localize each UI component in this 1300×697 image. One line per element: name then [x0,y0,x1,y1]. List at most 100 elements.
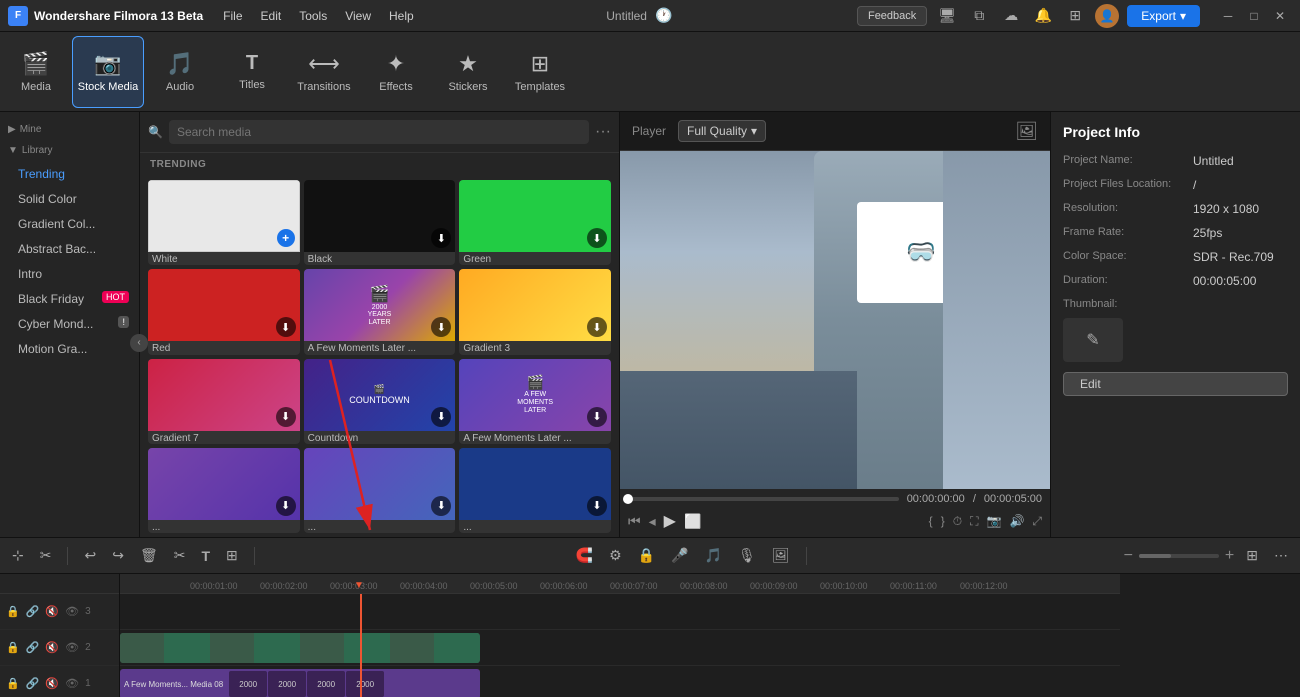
skip-back-button[interactable]: ⏮ [628,513,641,530]
stop-button[interactable]: ⬜ [684,513,701,530]
menu-file[interactable]: File [215,6,250,26]
export-button[interactable]: Export ▾ [1127,5,1200,27]
media-item-gradient3[interactable]: ⬇ Gradient 3 [459,269,611,354]
toolbar-effects[interactable]: ✦ Effects [360,36,432,108]
sidebar-item-abstract-bac[interactable]: Abstract Bac... [4,237,135,261]
download-gradient3-button[interactable]: ⬇ [587,317,607,337]
track2-visible-icon[interactable]: 👁 [65,641,79,654]
main-video-clip[interactable] [120,633,480,663]
media-item-r4c2[interactable]: ⬇ ... [304,448,456,533]
track2-mute-icon[interactable]: 🔇 [45,641,59,654]
media-item-r4c1[interactable]: ⬇ ... [148,448,300,533]
download-countdown-button[interactable]: ⬇ [431,407,451,427]
search-input[interactable] [169,120,589,144]
zoom-out-button[interactable]: − [1124,547,1133,565]
playhead[interactable] [360,594,362,697]
timeline-trim-button[interactable]: ✂ [36,545,56,566]
track3-link-icon[interactable]: 🔗 [26,605,40,618]
timeline-magnet-button[interactable]: 🧲 [572,545,597,566]
download-green-button[interactable]: ⬇ [587,228,607,248]
sidebar-item-motion-gra[interactable]: Motion Gra... [4,337,135,361]
timeline-settings-button[interactable]: ⚙ [605,545,626,566]
avatar-icon[interactable]: 👤 [1095,4,1119,28]
download-black-button[interactable]: ⬇ [431,228,451,248]
timeline-redo-button[interactable]: ↪ [108,545,128,566]
timeline-delete-button[interactable]: 🗑 [136,545,162,566]
media-item-black[interactable]: ⬇ Black [304,180,456,265]
timeline-cut-button[interactable]: ✂ [170,545,190,566]
toolbar-templates[interactable]: ⊞ Templates [504,36,576,108]
expand-button[interactable]: ⤢ [1032,514,1042,529]
toolbar-stock-media[interactable]: 📷 Stock Media [72,36,144,108]
track1-mute-icon[interactable]: 🔇 [45,677,59,690]
mark-out-button[interactable]: } [941,514,945,528]
maximize-button[interactable]: □ [1242,4,1266,28]
speed-button[interactable]: ⏱ [953,514,962,529]
sidebar-item-cyber-mond[interactable]: Cyber Mond...! [4,312,135,336]
volume-button[interactable]: 🔊 [1009,514,1024,528]
toolbar-titles[interactable]: T Titles [216,36,288,108]
close-button[interactable]: ✕ [1268,4,1292,28]
toolbar-stickers[interactable]: ★ Stickers [432,36,504,108]
edit-button[interactable]: Edit [1063,372,1288,396]
minimize-button[interactable]: ─ [1216,4,1240,28]
sidebar-section-library[interactable]: ▼ Library [0,141,139,160]
timeline-mic-button[interactable]: 🎤 [667,545,692,566]
media-item-few-moments2[interactable]: 🎬 A FEWMOMENTSLATER ⬇ A Few Moments Late… [459,359,611,444]
timeline-grid-button[interactable]: ⊞ [1242,545,1262,566]
sidebar-item-intro[interactable]: Intro [4,262,135,286]
sidebar-section-mine[interactable]: ▶ Mine [0,120,139,139]
timeline-music-button[interactable]: 🎵 [701,545,726,566]
thumbnail-box[interactable]: ✎ [1063,318,1123,362]
menu-edit[interactable]: Edit [253,6,290,26]
sidebar-item-solid-color[interactable]: Solid Color [4,187,135,211]
track2-link-icon[interactable]: 🔗 [26,641,40,654]
download-r4c3-button[interactable]: ⬇ [587,496,607,516]
sidebar-item-gradient-col[interactable]: Gradient Col... [4,212,135,236]
track3-mute-icon[interactable]: 🔇 [45,605,59,618]
media-item-few-moments[interactable]: 🎬 2000YEARSLATER ⬇ A Few Moments Later .… [304,269,456,354]
menu-view[interactable]: View [337,6,379,26]
toolbar-audio[interactable]: 🎵 Audio [144,36,216,108]
play-button[interactable]: ▶ [664,511,676,531]
track1-link-icon[interactable]: 🔗 [26,677,40,690]
media-item-green[interactable]: ⬇ Green [459,180,611,265]
media-item-red[interactable]: ⬇ Red [148,269,300,354]
media-item-white[interactable]: + White [148,180,300,265]
toolbar-media[interactable]: 🎬 Media [0,36,72,108]
fullscreen-button[interactable]: ⛶ [970,514,978,529]
quality-selector[interactable]: Full Quality ▾ [678,120,766,142]
timeline-select-button[interactable]: ⊹ [8,545,28,566]
timeline-add-button[interactable]: ⊞ [222,545,242,566]
sidebar-item-black-friday[interactable]: Black FridayHOT [4,287,135,311]
preview-settings-button[interactable]: 🖼 [1015,121,1038,142]
sidebar-collapse-button[interactable]: ‹ [130,334,148,352]
download-few-moments2-button[interactable]: ⬇ [587,407,607,427]
timeline-voiceover-button[interactable]: 🎙 [734,545,760,566]
notification-icon[interactable]: 🔔 [1031,4,1055,28]
overlay-clip[interactable]: A Few Moments... Media 08 2000 2000 2000… [120,669,480,697]
snapshot-button[interactable]: 📷 [986,514,1001,528]
progress-track[interactable] [628,497,899,501]
timeline-lock-button[interactable]: 🔒 [634,545,659,566]
download-r4c1-button[interactable]: ⬇ [276,496,296,516]
download-gradient7-button[interactable]: ⬇ [276,407,296,427]
sidebar-item-trending[interactable]: Trending [4,162,135,186]
track2-lock-icon[interactable]: 🔒 [6,641,20,654]
toolbar-transitions[interactable]: ⟷ Transitions [288,36,360,108]
menu-tools[interactable]: Tools [291,6,335,26]
track3-visible-icon[interactable]: 👁 [65,605,79,618]
menu-help[interactable]: Help [381,6,422,26]
grid-icon[interactable]: ⊞ [1063,4,1087,28]
track1-visible-icon[interactable]: 👁 [65,677,79,690]
download-few-moments-button[interactable]: ⬇ [431,317,451,337]
zoom-track[interactable] [1139,554,1219,558]
track3-lock-icon[interactable]: 🔒 [6,605,20,618]
media-item-r4c3[interactable]: ⬇ ... [459,448,611,533]
monitor-icon[interactable]: 🖥 [935,4,959,28]
download-red-button[interactable]: ⬇ [276,317,296,337]
timeline-text-button[interactable]: T [197,546,214,566]
download-r4c2-button[interactable]: ⬇ [431,496,451,516]
more-options-button[interactable]: ··· [595,123,611,141]
frame-back-button[interactable]: ◂ [649,513,656,530]
